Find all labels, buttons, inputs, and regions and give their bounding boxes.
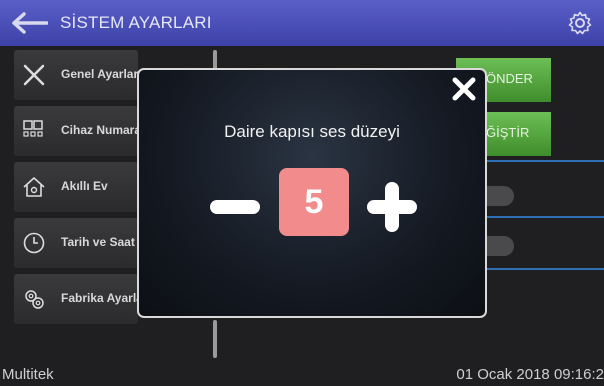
- sidebar-item-label: Fabrika Ayarla: [61, 291, 143, 305]
- factory-settings-icon: [25, 290, 44, 309]
- gear-icon[interactable]: [568, 11, 592, 35]
- close-icon[interactable]: [451, 76, 477, 102]
- volume-dialog: Daire kapısı ses düzeyi 5: [137, 68, 487, 318]
- header-bar: SİSTEM AYARLARI: [0, 0, 604, 46]
- datetime-label: 01 Ocak 2018 09:16:2: [456, 366, 604, 383]
- sidebar-item-factory-settings[interactable]: Fabrika Ayarla: [14, 274, 143, 324]
- sidebar-item-smart-home[interactable]: Akıllı Ev: [14, 162, 138, 212]
- change-button-label: ĞİŞTİR: [486, 125, 530, 140]
- dialog-title: Daire kapısı ses düzeyi: [224, 122, 400, 141]
- page-title: SİSTEM AYARLARI: [60, 13, 212, 32]
- sidebar-item-label: Akıllı Ev: [61, 179, 108, 193]
- clock-icon: [23, 232, 45, 254]
- brand-label: Multitek: [2, 366, 54, 383]
- sidebar-item-device-number[interactable]: Cihaz Numara: [14, 106, 142, 156]
- tools-icon: [23, 64, 45, 86]
- sidebar-item-date-time[interactable]: Tarih ve Saat: [14, 218, 138, 268]
- volume-value: 5: [279, 168, 349, 236]
- device-number-icon: [23, 120, 43, 137]
- sidebar-item-general[interactable]: Genel Ayarlar: [14, 50, 138, 100]
- send-button-label: ÖNDER: [486, 71, 533, 86]
- sidebar-item-label: Genel Ayarlar: [61, 67, 139, 81]
- back-arrow-icon[interactable]: [12, 12, 48, 34]
- decrease-button[interactable]: [210, 200, 260, 214]
- increase-button[interactable]: [367, 182, 417, 232]
- scroll-divider: [213, 320, 217, 358]
- plus-icon-vertical: [385, 182, 399, 232]
- smart-home-icon: [23, 177, 45, 197]
- sidebar-item-label: Cihaz Numara: [61, 123, 142, 137]
- sidebar-item-label: Tarih ve Saat: [61, 235, 135, 249]
